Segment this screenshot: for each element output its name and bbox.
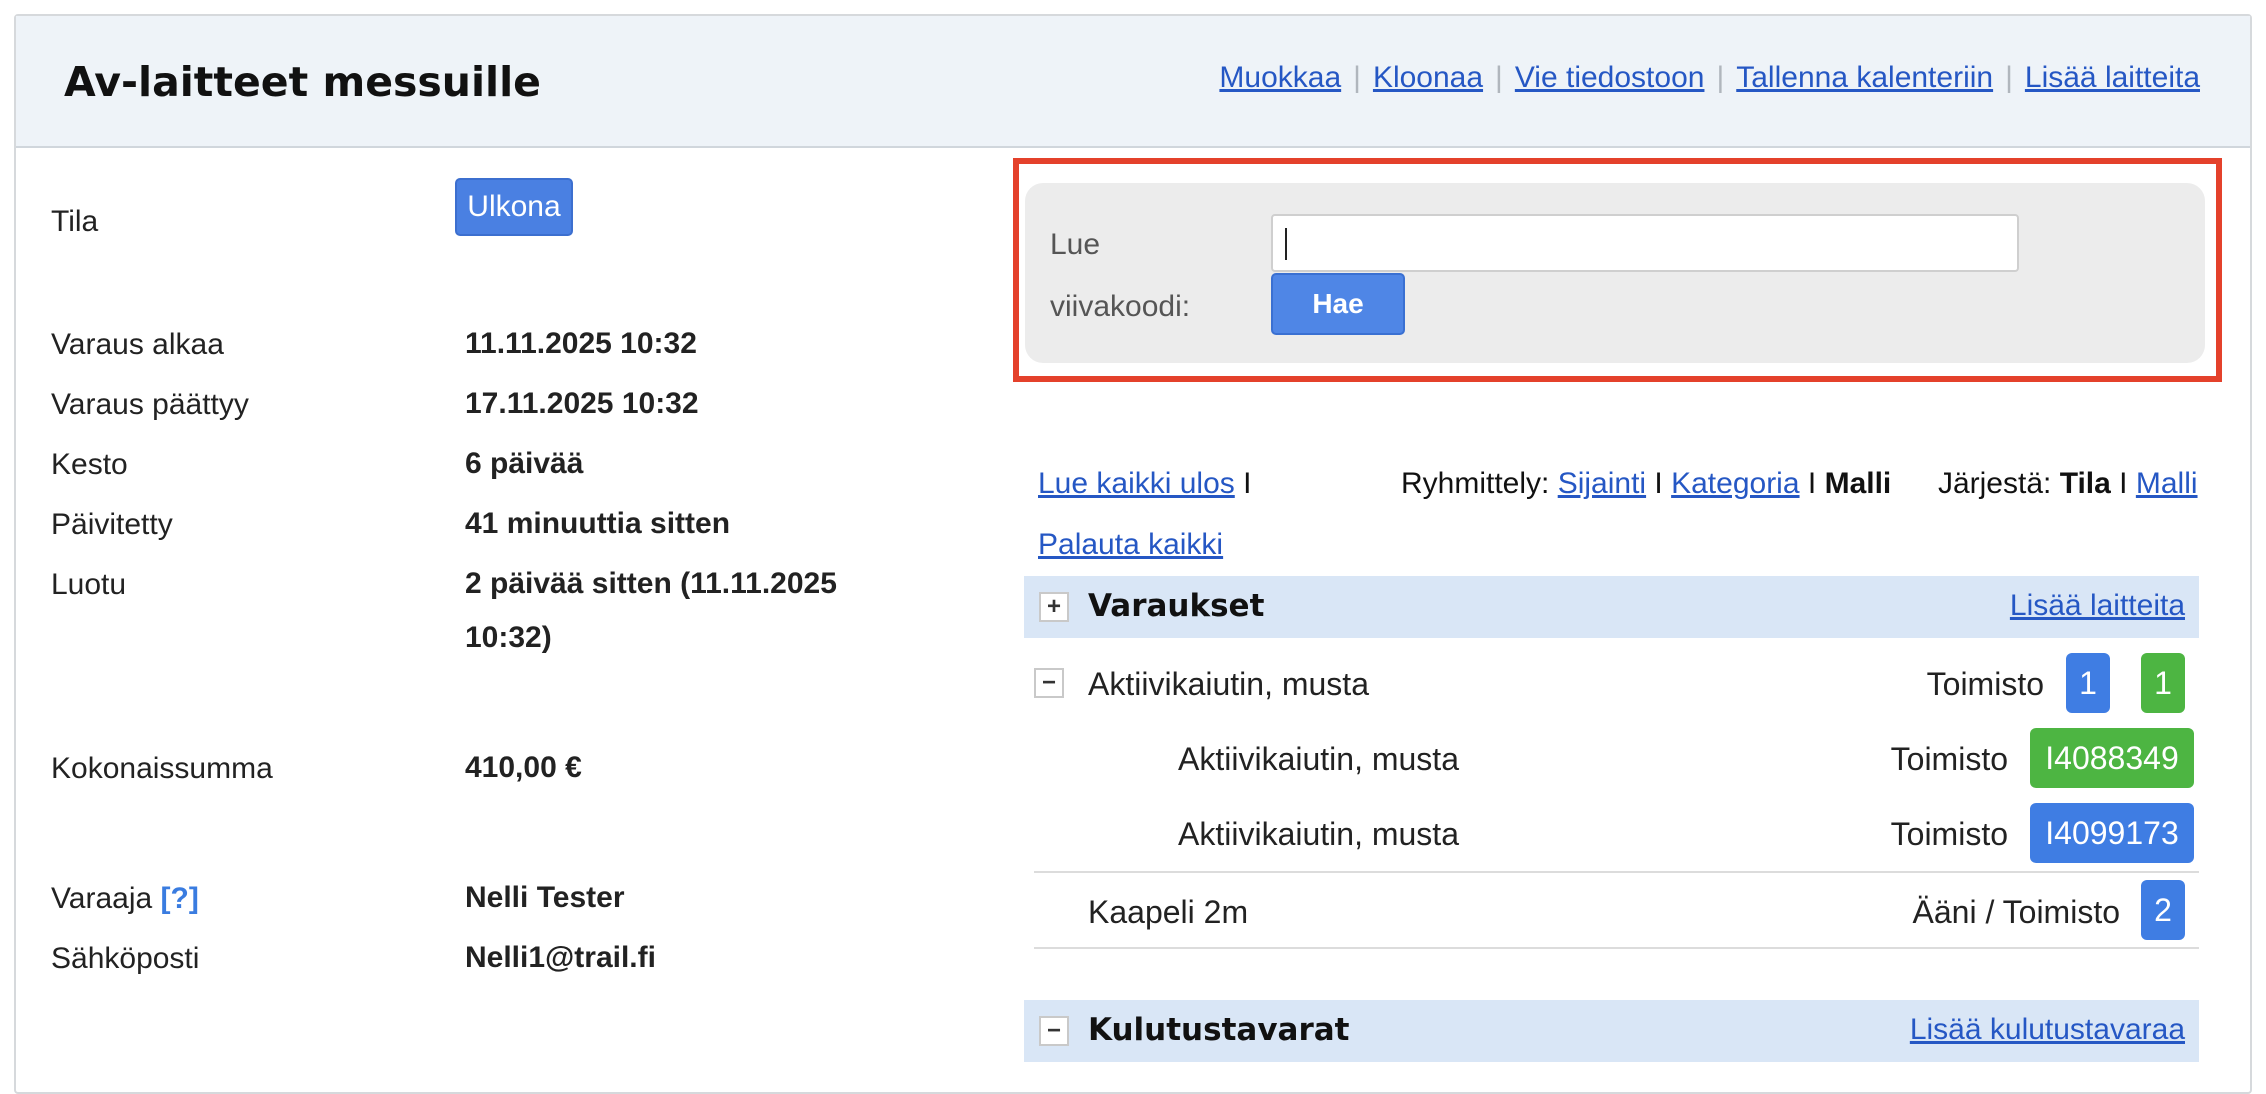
state-badge: Ulkona — [455, 178, 573, 236]
total-label: Kokonaissumma — [51, 752, 273, 785]
page-title: Av-laitteet messuille — [64, 58, 541, 106]
page-header: Av-laitteet messuille Muokkaa | Kloonaa | Vi… — [16, 16, 2250, 148]
updated-label: Päivitetty — [51, 508, 173, 541]
item-location: Toimisto — [1890, 816, 2008, 852]
created-value-line2: 10:32) — [465, 621, 552, 654]
barcode-input[interactable] — [1271, 214, 2019, 272]
start-value: 11.11.2025 10:32 — [465, 327, 697, 360]
collapse-toggle-icon[interactable]: − — [1039, 1016, 1069, 1046]
grouping-controls: Ryhmittely: Sijainti I Kategoria I Malli… — [1401, 467, 2198, 501]
sort-by-model-link[interactable]: Malli — [2136, 467, 2198, 500]
item-location: Toimisto — [1890, 741, 2008, 777]
item-name: Aktiivikaiutin, musta — [1178, 816, 1459, 852]
booker-label-text: Varaaja — [51, 882, 153, 915]
item-name: Aktiivikaiutin, musta — [1178, 741, 1459, 777]
reservations-group-title: Varaukset — [1088, 588, 1265, 624]
separator: I — [1807, 467, 1817, 500]
separator: | — [2005, 61, 2013, 94]
row-divider — [1034, 947, 2199, 949]
barcode-label-line2: viivakoodi: — [1050, 290, 1191, 323]
grouping-label: Ryhmittely: — [1401, 467, 1550, 500]
barcode-label-line1: Lue — [1050, 228, 1101, 261]
email-value: Nelli1@trail.fi — [465, 941, 656, 974]
count-badge: 2 — [2141, 880, 2185, 940]
add-equipment-link[interactable]: Lisää laitteita — [2025, 61, 2200, 94]
checkout-all-link[interactable]: Lue kaikki ulos — [1038, 467, 1235, 500]
count-badge: 1 — [2141, 653, 2185, 713]
separator: | — [1353, 61, 1361, 94]
return-all-row: Palauta kaikki — [1038, 528, 1223, 562]
booker-value: Nelli Tester — [465, 881, 625, 914]
group-by-location-link[interactable]: Sijainti — [1558, 467, 1646, 500]
consumables-group-title: Kulutustavarat — [1088, 1012, 1350, 1048]
sort-by-state-active: Tila — [2059, 467, 2111, 500]
item-location: Toimisto — [1926, 666, 2044, 702]
duration-value: 6 päivää — [465, 447, 584, 480]
reservations-group-header: + Varaukset Lisää laitteita — [1024, 576, 2199, 638]
consumables-group-header: − Kulutustavarat Lisää kulutustavaraa — [1024, 1000, 2199, 1062]
end-value: 17.11.2025 10:32 — [465, 387, 699, 420]
booker-help-link[interactable]: [?] — [161, 882, 199, 915]
booker-label: Varaaja [?] — [51, 882, 199, 916]
created-label: Luotu — [51, 568, 127, 601]
item-name: Aktiivikaiutin, musta — [1088, 666, 1369, 702]
bulk-actions: Lue kaikki ulos I — [1038, 467, 1251, 501]
search-button[interactable]: Hae — [1271, 273, 1405, 335]
duration-label: Kesto — [51, 448, 128, 481]
item-code-badge[interactable]: I4099173 — [2030, 803, 2194, 863]
group-by-model-active: Malli — [1824, 467, 1892, 500]
created-value: 2 päivää sitten (11.11.2025 10:32) — [465, 557, 837, 665]
export-link[interactable]: Vie tiedostoon — [1515, 61, 1705, 94]
row-divider — [1034, 871, 2199, 873]
separator: | — [1495, 61, 1503, 94]
total-value: 410,00 € — [465, 751, 582, 784]
text-caret — [1285, 228, 1287, 260]
item-location: Ääni / Toimisto — [1912, 894, 2121, 930]
group-by-category-link[interactable]: Kategoria — [1671, 467, 1799, 500]
separator: I — [1654, 467, 1663, 500]
add-consumables-link[interactable]: Lisää kulutustavaraa — [1910, 1013, 2185, 1047]
count-badge: 1 — [2066, 653, 2110, 713]
created-value-line1: 2 päivää sitten (11.11.2025 — [465, 567, 837, 600]
separator: I — [2119, 467, 2128, 500]
item-name: Kaapeli 2m — [1088, 894, 1249, 930]
item-code-badge[interactable]: I4088349 — [2030, 728, 2194, 788]
sort-label: Järjestä: — [1937, 467, 2052, 500]
start-label: Varaus alkaa — [51, 328, 224, 361]
separator: | — [1716, 61, 1725, 94]
add-equipment-group-link[interactable]: Lisää laitteita — [2010, 589, 2185, 623]
end-label: Varaus päättyy — [51, 388, 249, 421]
expand-toggle-icon[interactable]: + — [1039, 592, 1069, 622]
header-actions: Muokkaa | Kloonaa | Vie tiedostoon | Tallenna … — [1219, 61, 2200, 95]
edit-link[interactable]: Muokkaa — [1219, 61, 1341, 94]
state-label: Tila — [51, 205, 99, 238]
return-all-link[interactable]: Palauta kaikki — [1038, 528, 1223, 561]
email-label: Sähköposti — [51, 942, 200, 975]
updated-value: 41 minuuttia sitten — [465, 507, 731, 540]
clone-link[interactable]: Kloonaa — [1373, 61, 1483, 94]
save-calendar-link[interactable]: Tallenna kalenteriin — [1736, 61, 1993, 94]
collapse-toggle-icon[interactable]: − — [1034, 668, 1064, 698]
separator: I — [1243, 467, 1252, 500]
